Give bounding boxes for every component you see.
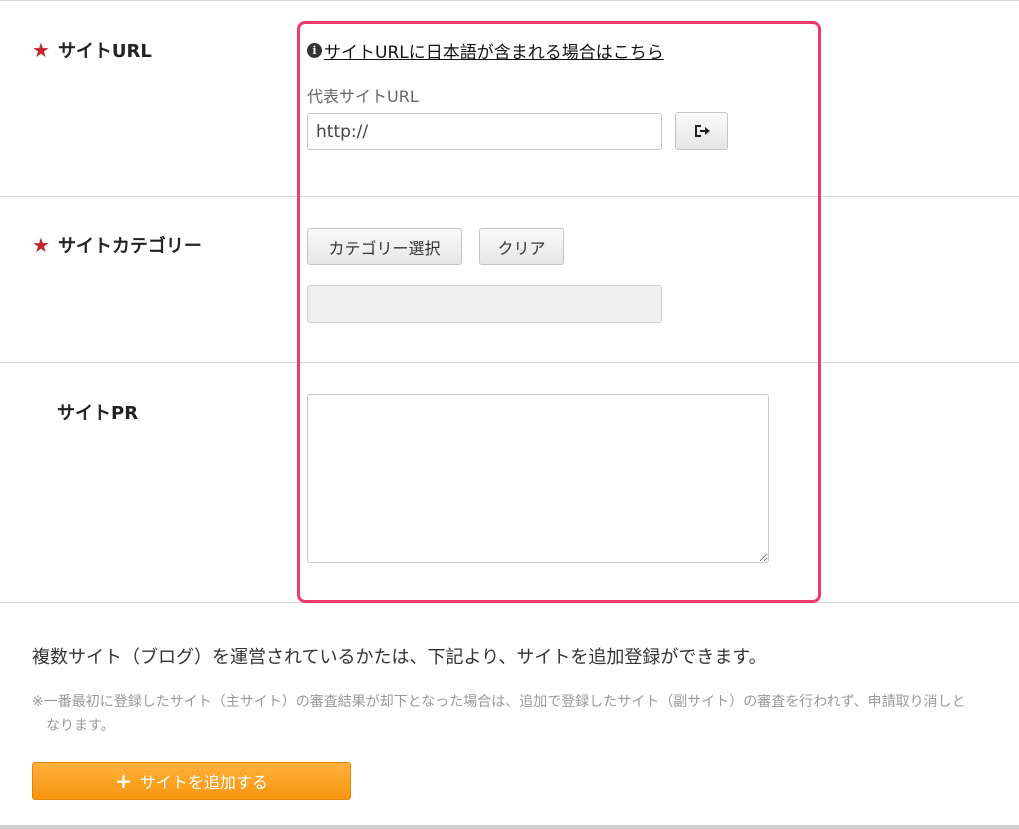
plus-icon: + (115, 769, 132, 793)
add-site-button-label: サイトを追加する (139, 773, 268, 792)
site-pr-label: サイトPR (57, 403, 139, 424)
required-star-icon: ★ (32, 233, 50, 257)
site-category-label-text: サイトカテゴリー (57, 236, 202, 257)
required-star-icon: ★ (32, 38, 50, 62)
multi-site-description: 複数サイト（ブログ）を運営されているかたは、下記より、サイトを追加登録ができます… (32, 647, 767, 668)
bottom-bar (0, 825, 1019, 829)
highlight-box (297, 21, 821, 603)
site-url-label: ★ サイトURL (32, 37, 152, 63)
multi-site-note: ※一番最初に登録したサイト（主サイト）の審査結果が却下となった場合は、追加で登録… (32, 694, 966, 734)
divider-top (0, 0, 1019, 1)
site-category-label: ★ サイトカテゴリー (32, 232, 202, 258)
site-url-label-text: サイトURL (57, 41, 152, 62)
add-site-button[interactable]: + サイトを追加する (32, 762, 351, 800)
